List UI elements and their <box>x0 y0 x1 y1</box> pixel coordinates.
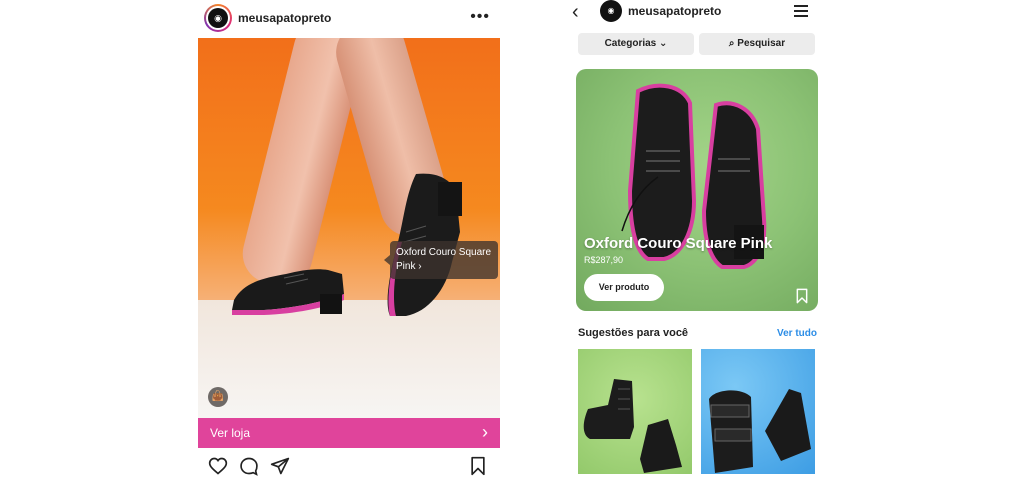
instagram-post: ◉ meusapatopreto ••• Oxford Couro Square… <box>198 0 500 482</box>
search-button[interactable]: ⌕ Pesquisar <box>699 33 815 55</box>
see-all-link[interactable]: Ver tudo <box>777 328 817 339</box>
shop-screen: ‹ ◉ meusapatopreto Categorias ⌄ ⌕ Pesqui… <box>570 0 822 482</box>
suggestion-card-boots[interactable] <box>578 349 692 474</box>
suggestions-title: Sugestões para você <box>578 327 689 339</box>
share-send-icon[interactable] <box>270 456 290 476</box>
view-shop-label: Ver loja <box>210 426 251 440</box>
categories-label: Categorias <box>604 38 657 49</box>
chevron-right-icon: › <box>418 261 422 272</box>
chevron-down-icon: ⌄ <box>659 38 668 49</box>
chevron-right-icon: › <box>482 422 488 442</box>
post-header: ◉ meusapatopreto ••• <box>198 0 500 38</box>
save-bookmark-icon[interactable] <box>469 456 487 476</box>
shopping-bag-icon[interactable]: 👜 <box>208 387 228 407</box>
post-photo[interactable]: Oxford Couro Square Pink › 👜 <box>198 38 500 418</box>
back-arrow-icon[interactable]: ‹ <box>572 1 579 24</box>
suggestion-card-sandals[interactable] <box>701 349 815 474</box>
shop-username[interactable]: meusapatopreto <box>628 4 721 18</box>
more-options-icon[interactable]: ••• <box>470 8 490 26</box>
product-tag-name: Oxford Couro Square <box>396 247 492 258</box>
featured-product-price: R$287,90 <box>584 255 624 265</box>
post-username[interactable]: meusapatopreto <box>238 11 331 25</box>
boots-image <box>583 379 682 473</box>
comment-icon[interactable] <box>239 456 259 476</box>
save-bookmark-icon[interactable] <box>795 288 809 304</box>
product-tag-name-line2: Pink <box>396 261 416 272</box>
categories-dropdown[interactable]: Categorias ⌄ <box>578 33 694 55</box>
featured-product-name: Oxford Couro Square Pink <box>584 235 773 252</box>
brand-logo-icon: ◉ <box>208 8 228 28</box>
avatar[interactable]: ◉ <box>204 4 232 32</box>
view-product-button[interactable]: Ver produto <box>584 274 664 301</box>
brand-logo-icon[interactable]: ◉ <box>600 0 622 22</box>
sandals-image <box>709 389 811 473</box>
product-tag[interactable]: Oxford Couro Square Pink › <box>384 241 498 279</box>
view-shop-button[interactable]: Ver loja › <box>198 418 500 448</box>
search-label: Pesquisar <box>737 38 786 49</box>
featured-product-card[interactable]: Oxford Couro Square Pink R$287,90 Ver pr… <box>576 69 818 311</box>
hamburger-menu-icon[interactable] <box>794 5 808 17</box>
like-heart-icon[interactable] <box>208 456 228 476</box>
post-actions <box>198 452 500 482</box>
photo-shoe-left <box>232 269 344 315</box>
